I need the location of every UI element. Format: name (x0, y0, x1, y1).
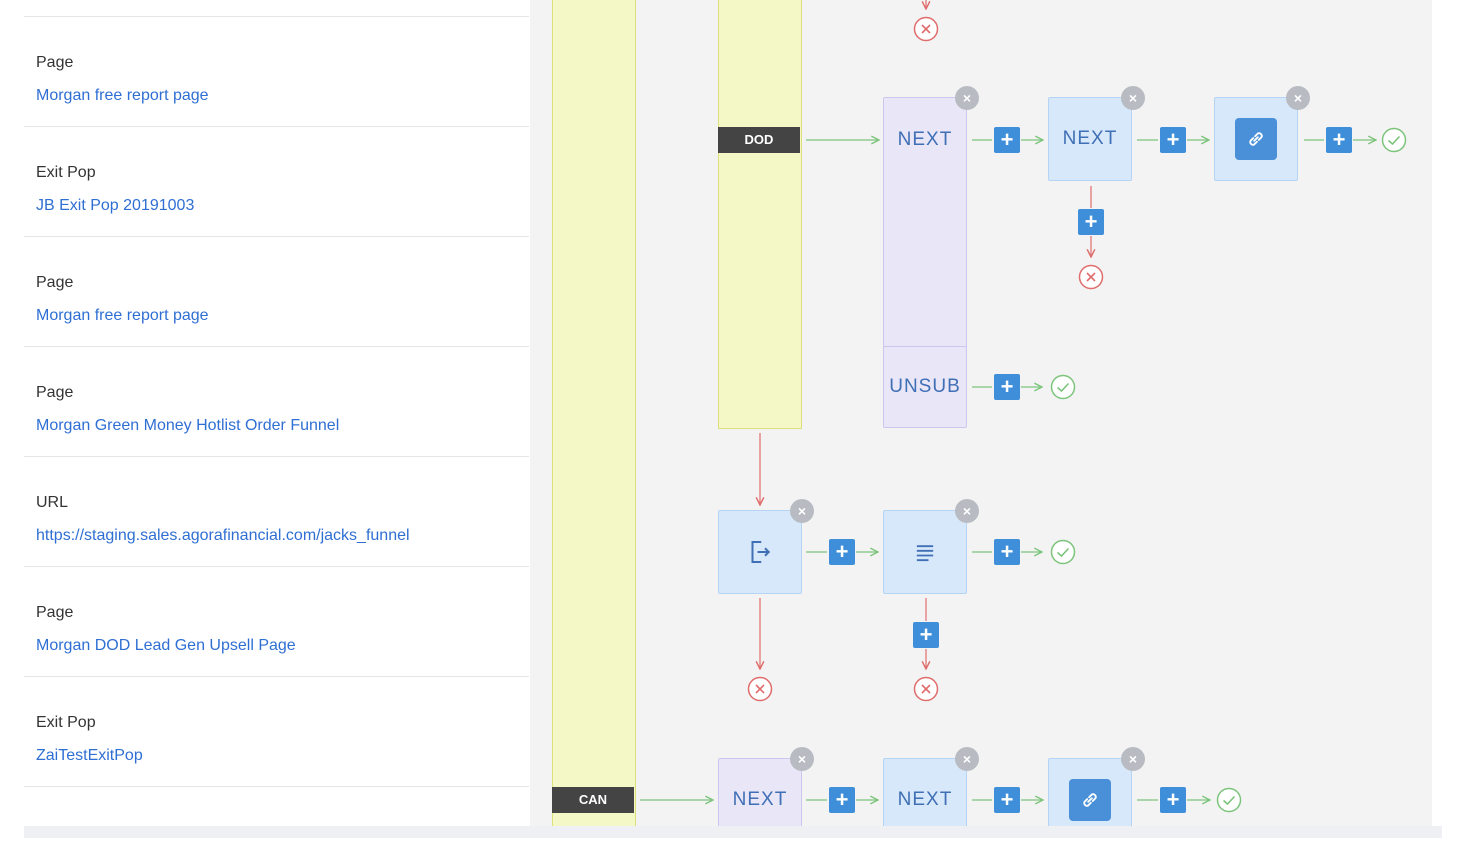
list-item[interactable]: Exit Pop JB Exit Pop 20191003 (24, 127, 529, 237)
can-badge: CAN (552, 787, 634, 813)
list-item[interactable]: Page Morgan free report page (24, 237, 529, 347)
add-step-button[interactable]: + (829, 539, 855, 565)
delete-node-button[interactable]: × (790, 747, 814, 771)
funnel-flow-canvas[interactable]: DOD CAN NEXT UNSUB NEXT NEXT NEXT × × × … (530, 0, 1432, 826)
form-node[interactable] (883, 510, 967, 594)
exit-icon (751, 541, 771, 563)
close-icon: × (797, 751, 807, 767)
next-node[interactable]: NEXT (883, 97, 967, 349)
add-step-button[interactable]: + (994, 539, 1020, 565)
list-item-type: Page (36, 274, 74, 291)
node-label: NEXT (1062, 128, 1118, 149)
close-icon: × (962, 751, 972, 767)
next-node[interactable]: NEXT (1048, 97, 1132, 181)
plus-icon: + (1000, 374, 1014, 399)
node-label: UNSUB (889, 376, 961, 397)
add-step-button[interactable]: + (913, 622, 939, 648)
add-step-button[interactable]: + (829, 787, 855, 813)
plus-icon: + (1166, 127, 1180, 152)
check-circle-icon (1381, 127, 1407, 153)
node-label: NEXT (732, 789, 788, 810)
list-item-link[interactable]: Morgan Green Money Hotlist Order Funnel (36, 417, 339, 435)
plus-icon: + (1084, 209, 1098, 234)
list-item-type: URL (36, 494, 69, 511)
lines-icon (916, 545, 934, 562)
node-label: NEXT (897, 129, 953, 150)
next-node[interactable]: NEXT (718, 758, 802, 826)
plus-icon: + (835, 539, 849, 564)
list-item[interactable]: URL https://staging.sales.agorafinancial… (24, 457, 529, 567)
check-circle-icon (1216, 787, 1242, 813)
list-item-type: Page (36, 54, 74, 71)
delete-node-button[interactable]: × (955, 86, 979, 110)
plus-icon: + (1000, 787, 1014, 812)
plus-icon: + (835, 787, 849, 812)
list-item-link[interactable]: JB Exit Pop 20191003 (36, 197, 194, 215)
horizontal-scrollbar[interactable] (24, 826, 1442, 838)
list-item-link[interactable]: Morgan DOD Lead Gen Upsell Page (36, 637, 296, 655)
add-step-button[interactable]: + (994, 127, 1020, 153)
link-icon (1235, 118, 1277, 160)
delete-node-button[interactable]: × (955, 499, 979, 523)
list-item-type: Exit Pop (36, 164, 96, 181)
plus-icon: + (1000, 127, 1014, 152)
close-icon: × (1293, 90, 1303, 106)
x-circle-icon (913, 676, 939, 702)
list-item-type: Page (36, 384, 74, 401)
add-step-button[interactable]: + (1078, 209, 1104, 235)
exit-node[interactable] (718, 510, 802, 594)
delete-node-button[interactable]: × (955, 747, 979, 771)
plus-icon: + (1332, 127, 1346, 152)
list-item[interactable]: Exit Pop ZaiTestExitPop (24, 677, 529, 787)
link-node[interactable] (1048, 758, 1132, 826)
close-icon: × (962, 90, 972, 106)
list-item[interactable]: Page (24, 787, 529, 826)
close-icon: × (1128, 90, 1138, 106)
close-icon: × (797, 503, 807, 519)
list-item[interactable]: Page Morgan DOD Lead Gen Upsell Page (24, 567, 529, 677)
next-node[interactable]: NEXT (883, 758, 967, 826)
add-step-button[interactable]: + (1160, 787, 1186, 813)
dod-badge: DOD (718, 127, 800, 153)
check-circle-icon (1050, 539, 1076, 565)
list-item-link[interactable]: Morgan free report page (36, 87, 209, 105)
list-item-type: Page (36, 604, 74, 621)
delete-node-button[interactable]: × (1121, 747, 1145, 771)
add-step-button[interactable]: + (994, 787, 1020, 813)
link-node[interactable] (1214, 97, 1298, 181)
close-icon: × (962, 503, 972, 519)
list-item-link[interactable]: Morgan free report page (36, 307, 209, 325)
funnel-step-list: Page Morgan free report page Exit Pop JB… (24, 0, 529, 826)
list-item[interactable]: Page Morgan free report page (24, 17, 529, 127)
close-icon: × (1128, 751, 1138, 767)
delete-node-button[interactable]: × (1121, 86, 1145, 110)
x-circle-icon (1078, 264, 1104, 290)
list-item-link[interactable]: https://staging.sales.agorafinancial.com… (36, 527, 410, 545)
list-item-link[interactable]: ZaiTestExitPop (36, 747, 143, 765)
x-circle-icon (747, 676, 773, 702)
list-item-type: Exit Pop (36, 714, 96, 731)
add-step-button[interactable]: + (1160, 127, 1186, 153)
unsub-node[interactable]: UNSUB (883, 346, 967, 428)
list-item[interactable] (24, 0, 529, 17)
check-circle-icon (1050, 374, 1076, 400)
add-step-button[interactable]: + (994, 374, 1020, 400)
delete-node-button[interactable]: × (1286, 86, 1310, 110)
plus-icon: + (1166, 787, 1180, 812)
x-circle-icon (913, 16, 939, 42)
link-icon (1069, 779, 1111, 821)
delete-node-button[interactable]: × (790, 499, 814, 523)
plus-icon: + (919, 622, 933, 647)
list-item[interactable]: Page Morgan Green Money Hotlist Order Fu… (24, 347, 529, 457)
node-label: NEXT (897, 789, 953, 810)
add-step-button[interactable]: + (1326, 127, 1352, 153)
plus-icon: + (1000, 539, 1014, 564)
